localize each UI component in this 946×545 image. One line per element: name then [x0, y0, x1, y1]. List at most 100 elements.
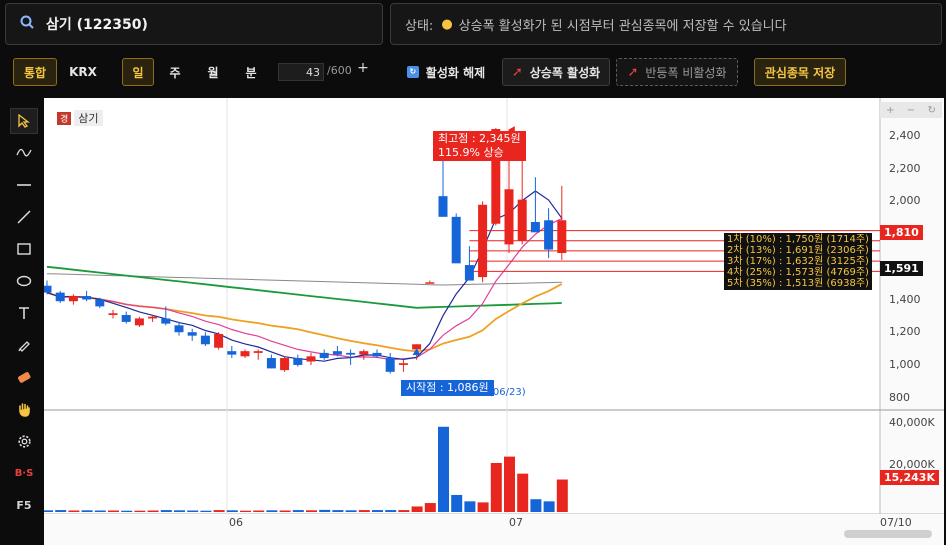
candle-body: [385, 358, 395, 372]
candle-body: [544, 220, 554, 250]
eraser-tool[interactable]: [10, 364, 38, 390]
candle-body: [174, 325, 184, 333]
pen-tool[interactable]: [10, 332, 38, 358]
stock-chart[interactable]: 경 삼기 + − ↻ 최고점 : 2,345원 115.9% 상승 시작점 : …: [44, 98, 944, 545]
f5-refresh-tool[interactable]: F5: [10, 492, 38, 518]
volume-bar: [174, 510, 185, 512]
deactivate-button[interactable]: ↻ 활성화 해제: [398, 58, 494, 86]
period-month-button[interactable]: 월: [198, 58, 228, 86]
price-tick: 2,000: [889, 194, 921, 207]
candle-body: [108, 313, 118, 315]
candle-body: [557, 220, 567, 253]
candle-body: [451, 216, 461, 264]
trend-up-icon: ➚: [627, 64, 639, 80]
stock-search-box[interactable]: 삼기 (122350): [5, 3, 383, 45]
count-plus-button[interactable]: +: [354, 60, 372, 80]
rise-activate-button[interactable]: ➚ 상승폭 활성화: [502, 58, 610, 86]
volume-bar: [44, 510, 53, 512]
volume-bar: [385, 510, 397, 512]
price-tick: 1,200: [889, 325, 921, 338]
period-day-button[interactable]: 일: [122, 58, 154, 86]
pan-tool[interactable]: [10, 396, 38, 422]
wave-icon: [16, 148, 32, 157]
ellipse-tool[interactable]: [10, 268, 38, 294]
volume-bar: [226, 510, 238, 512]
trendline-tool[interactable]: [10, 204, 38, 230]
volume-bar: [108, 510, 119, 512]
horizontal-scrollbar: [844, 530, 932, 538]
volume-bar: [121, 510, 133, 512]
candle-body: [95, 299, 105, 307]
volume-tick: 40,000K: [889, 416, 935, 429]
volume-bar: [543, 501, 555, 512]
settings-tool[interactable]: [10, 428, 38, 454]
time-axis-area: [44, 514, 944, 545]
date-tick: 07/10: [880, 516, 912, 529]
average-price-tag: 1,591: [880, 261, 923, 276]
volume-bar: [253, 510, 265, 512]
trend-up-icon: ➚: [511, 64, 523, 80]
volume-tag: 15,243K: [880, 470, 939, 485]
buy-sell-tool[interactable]: B·S: [10, 460, 38, 486]
status-box: 상태: ● 상승폭 활성화가 된 시점부터 관심종목에 저장할 수 있습니다: [390, 3, 942, 45]
drawing-tools-sidebar: B·S F5: [0, 98, 44, 545]
price-tick: 1,000: [889, 358, 921, 371]
candle-count-input[interactable]: [278, 63, 324, 81]
volume-bar: [187, 510, 199, 512]
candle-body: [161, 318, 171, 324]
fib-level-4: 4차 (25%) : 1,573원 (4769주): [727, 267, 869, 278]
gear-icon: [17, 434, 31, 448]
candle-body: [240, 351, 250, 357]
start-point-date: (06/23): [489, 387, 526, 398]
date-tick: 07: [509, 516, 523, 529]
rectangle-tool[interactable]: [10, 236, 38, 262]
fib-level-3: 3차 (17%) : 1,632원 (3125주): [727, 256, 869, 267]
period-minute-button[interactable]: 분: [236, 58, 266, 86]
candle-body: [214, 333, 224, 348]
candle-body: [372, 352, 382, 357]
candle-body: [425, 282, 435, 284]
volume-bar: [451, 494, 463, 512]
exchange-krx-button[interactable]: KRX: [62, 58, 104, 86]
price-tick: 2,200: [889, 162, 921, 175]
volume-bar: [411, 506, 423, 512]
date-tick: 06: [229, 516, 243, 529]
diagonal-line-icon: [17, 210, 31, 224]
price-tick: 2,400: [889, 129, 921, 142]
volume-bar: [68, 510, 80, 512]
horizontal-line-tool[interactable]: [10, 172, 38, 198]
save-watchlist-button[interactable]: 관심종목 저장: [754, 58, 846, 86]
refresh-icon: ↻: [406, 66, 419, 78]
stock-badge: 경: [57, 111, 72, 125]
candle-body: [68, 296, 78, 302]
candle-body: [227, 351, 237, 355]
candle-count-max: /600: [327, 64, 352, 77]
zoom-in-icon[interactable]: +: [886, 105, 894, 116]
volume-bar: [319, 509, 331, 512]
volume-bar: [266, 510, 278, 512]
freehand-tool[interactable]: [10, 140, 38, 166]
volume-bar: [504, 456, 515, 512]
chart-zoom-controls[interactable]: + − ↻: [880, 102, 942, 118]
volume-bar: [517, 473, 529, 512]
volume-bar: [345, 510, 357, 512]
zoom-out-icon[interactable]: −: [907, 105, 915, 116]
cursor-icon: [18, 114, 30, 128]
pen-icon: [18, 341, 30, 352]
candle-body: [266, 358, 276, 369]
volume-bar: [530, 499, 542, 512]
period-week-button[interactable]: 주: [160, 58, 190, 86]
chart-toolbar: 통합 KRX 일 주 월 분 /600 + ↻ 활성화 해제 ➚ 상승폭 활성화…: [0, 55, 946, 91]
fibonacci-levels-box: 1차 (10%) : 1,750원 (1714주) 2차 (13%) : 1,6…: [724, 233, 872, 290]
rebound-deactivate-button[interactable]: ➚ 반등폭 비활성화: [616, 58, 738, 86]
candle-body: [398, 363, 408, 365]
candle-body: [253, 351, 263, 353]
status-prefix: 상태:: [405, 18, 434, 34]
text-tool[interactable]: [10, 300, 38, 326]
cursor-tool[interactable]: [10, 108, 38, 134]
market-combined-button[interactable]: 통합: [13, 58, 57, 86]
reset-icon[interactable]: ↻: [927, 105, 935, 116]
candle-body: [200, 335, 210, 345]
candlestick-chart-svg[interactable]: [44, 98, 944, 545]
text-icon: [19, 306, 29, 319]
